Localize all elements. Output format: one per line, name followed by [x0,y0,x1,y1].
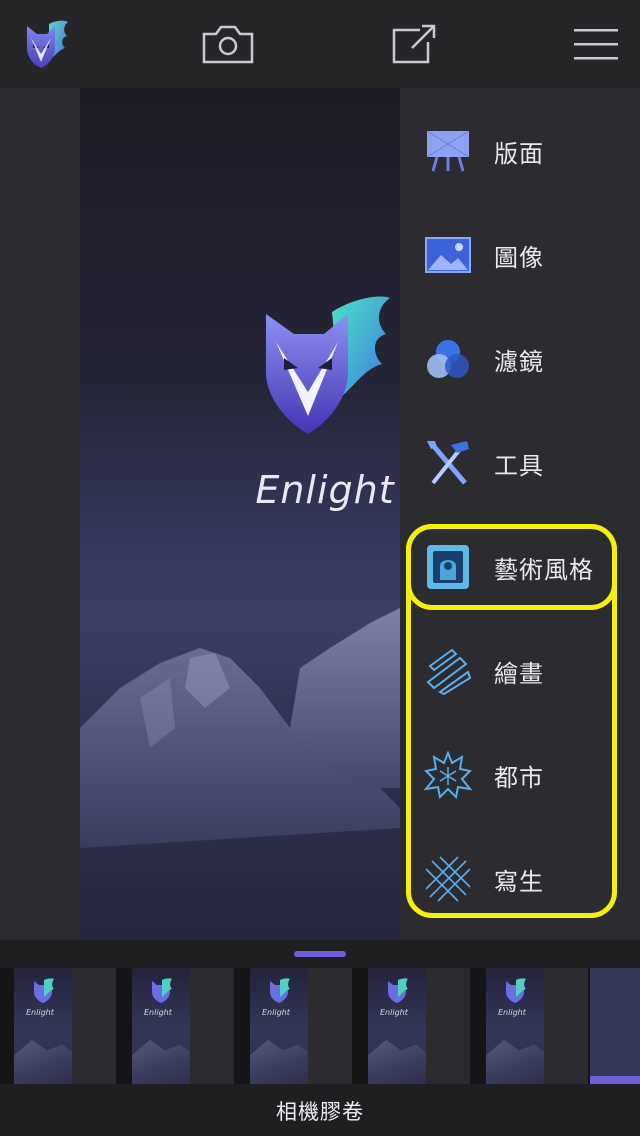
thumbnail-strip[interactable]: Enlight Enlight Enlight Enlight Enlight [0,968,640,1084]
camera-roll-label[interactable]: 相機膠卷 [0,1096,640,1126]
left-edge-panel [0,88,80,940]
camera-button[interactable] [196,14,260,74]
enlight-splash-logo [266,296,390,434]
camera-roll-panel: Enlight Enlight Enlight Enlight Enlight … [0,940,640,1136]
menu-button[interactable] [568,14,624,74]
app-root: Enlight 版面 圖像 濾鏡 工具 藝術風格 繪畫 都市 寫生 Enligh… [0,0,640,1136]
top-toolbar [0,0,640,88]
menu-item-filters[interactable]: 濾鏡 [400,307,640,411]
thumbnail-caption: Enlight [498,1008,526,1017]
menu-item-label: 濾鏡 [494,347,544,376]
easel-icon [422,125,474,177]
drag-handle[interactable] [294,951,346,957]
thumbnail-caption: Enlight [380,1008,408,1017]
camera-icon [202,25,254,64]
thumbnail[interactable]: Enlight [132,968,234,1084]
hamburger-menu-icon [574,29,618,60]
menu-item-image[interactable]: 圖像 [400,203,640,307]
thumbnail-selected[interactable] [590,968,640,1084]
mountain-background-image [80,608,400,940]
photo-canvas[interactable]: Enlight [80,88,400,940]
menu-item-layout[interactable]: 版面 [400,99,640,203]
menu-item-label: 版面 [494,139,544,168]
image-icon [422,229,474,281]
thumbnail[interactable]: Enlight [486,968,588,1084]
selection-indicator [590,1076,640,1084]
filters-circles-icon [422,333,474,385]
thumbnail[interactable]: Enlight [14,968,116,1084]
share-export-icon [392,24,436,64]
tools-icon [422,437,474,489]
share-button[interactable] [384,14,444,74]
menu-item-label: 圖像 [494,243,544,272]
thumbnail[interactable]: Enlight [250,968,352,1084]
thumbnail-caption: Enlight [144,1008,172,1017]
menu-item-label: 工具 [494,451,544,480]
enlight-fox-logo-icon [27,20,68,68]
thumbnail-caption: Enlight [26,1008,54,1017]
menu-item-tools[interactable]: 工具 [400,411,640,515]
thumbnail-caption: Enlight [262,1008,290,1017]
highlight-selected-outline [406,524,617,610]
enlight-logo-button[interactable] [14,14,76,74]
splash-app-name: Enlight [255,468,395,512]
thumbnail[interactable]: Enlight [368,968,470,1084]
